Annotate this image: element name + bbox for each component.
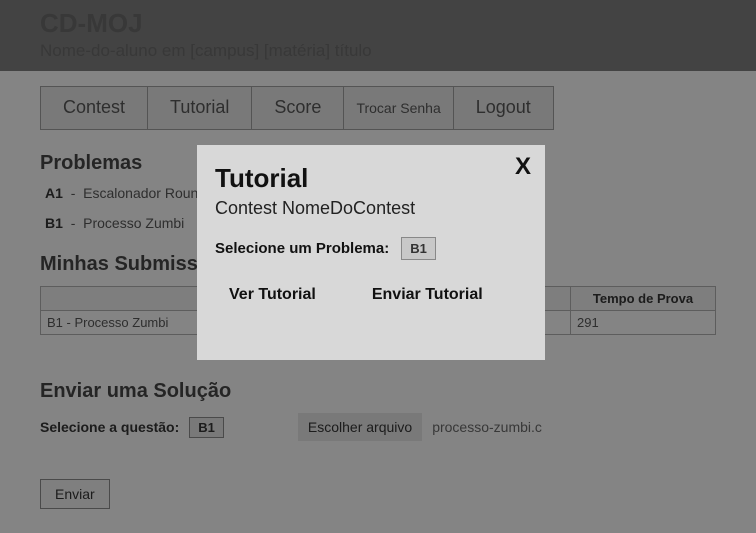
send-tutorial-button[interactable]: Enviar Tutorial bbox=[372, 286, 483, 304]
modal-contest-name: Contest NomeDoContest bbox=[215, 198, 527, 219]
modal-select-row: Selecione um Problema: B1 bbox=[215, 237, 527, 260]
modal-select-label: Selecione um Problema: bbox=[215, 240, 389, 257]
modal-title: Tutorial bbox=[215, 163, 527, 194]
modal-problem-select[interactable]: B1 bbox=[401, 237, 436, 260]
view-tutorial-button[interactable]: Ver Tutorial bbox=[229, 286, 316, 304]
tutorial-modal: X Tutorial Contest NomeDoContest Selecio… bbox=[197, 145, 545, 360]
close-icon[interactable]: X bbox=[515, 153, 531, 181]
modal-actions: Ver Tutorial Enviar Tutorial bbox=[215, 286, 527, 304]
